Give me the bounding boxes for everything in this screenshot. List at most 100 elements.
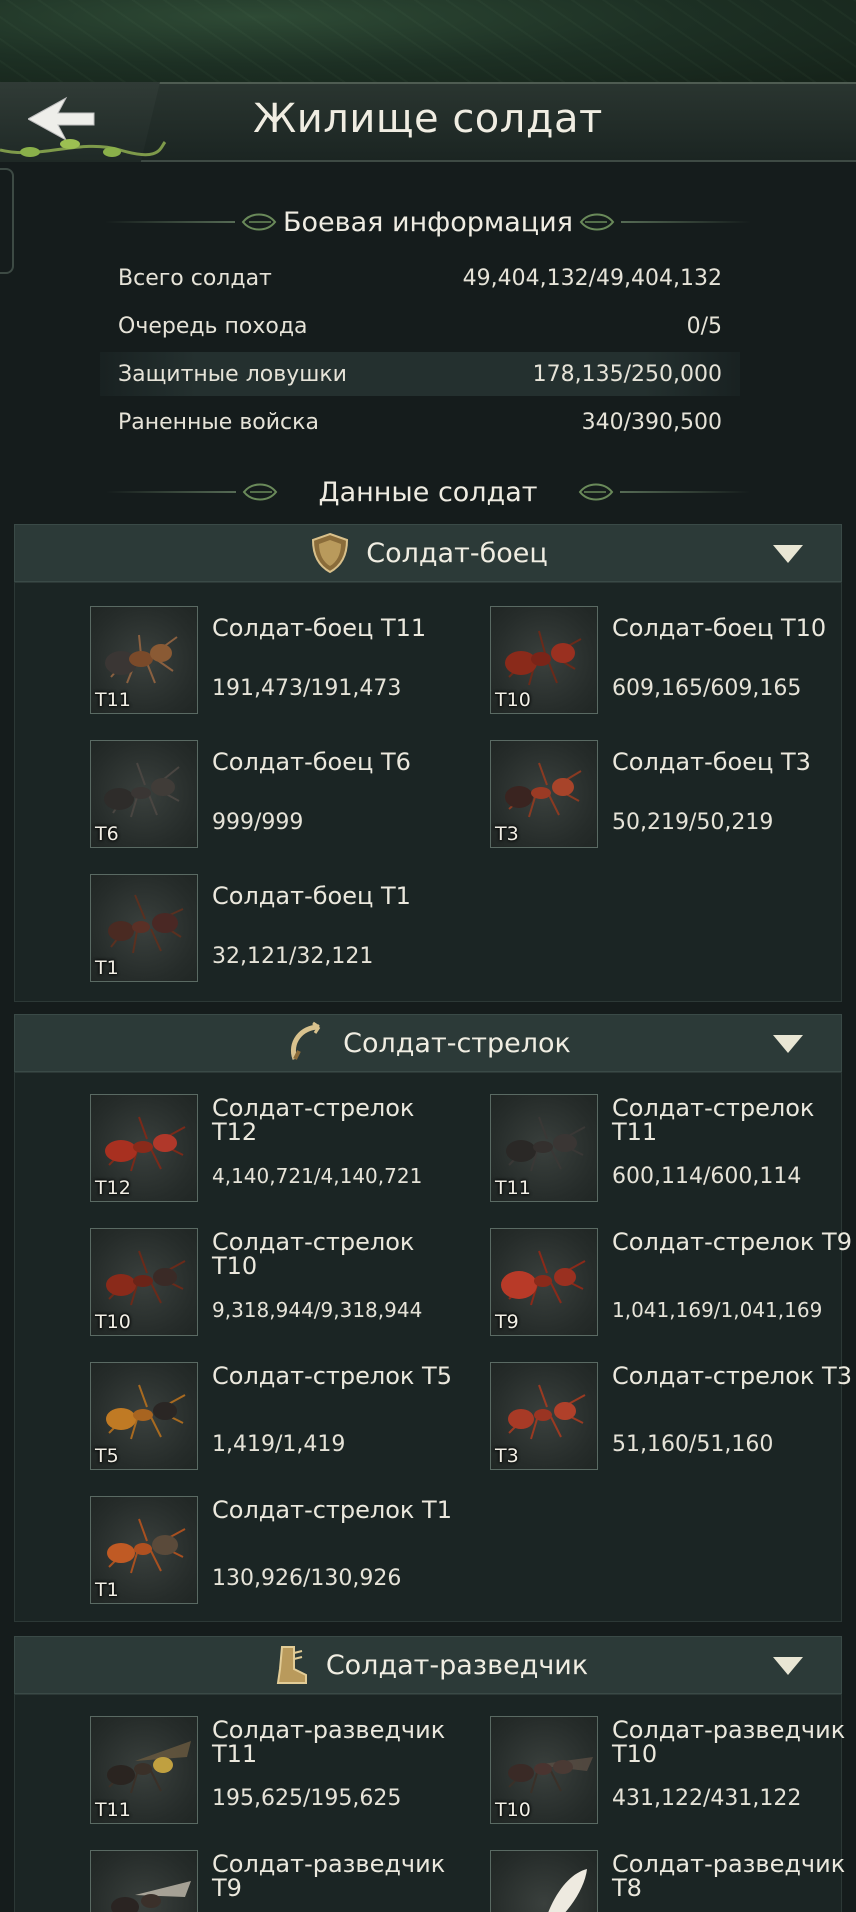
chevron-down-icon[interactable]: [773, 1033, 803, 1055]
unit-name: Солдат-боец T11: [212, 614, 427, 642]
unit-card[interactable]: T10 Солдат-разведчик T10 431,122/431,122: [490, 1716, 856, 1836]
ant-icon: [105, 1116, 186, 1172]
ant-thumbnail: T10: [490, 606, 598, 714]
unit-name: Солдат-стрелок T1: [212, 1496, 452, 1524]
ant-thumbnail: T3: [490, 740, 598, 848]
ant-thumbnail: T11: [90, 606, 198, 714]
divider-line: [619, 491, 750, 493]
divider-line: [620, 221, 751, 223]
unit-name: Солдат-разведчик T8: [612, 1850, 846, 1902]
stat-label: Защитные ловушки: [118, 361, 347, 387]
unit-count: 191,473/191,473: [212, 676, 402, 701]
unit-name: Солдат-разведчик T10: [612, 1716, 846, 1768]
stat-label: Раненные войска: [118, 409, 319, 435]
unit-count: 195,625/195,625: [212, 1786, 402, 1811]
stat-row: Очередь похода 0/5: [100, 304, 740, 348]
unit-card[interactable]: T1 Солдат-боец T1 32,121/32,121: [90, 874, 490, 994]
unit-card[interactable]: T1 Солдат-стрелок T1 130,926/130,926: [90, 1496, 490, 1616]
unit-name: Солдат-стрелок T3: [612, 1362, 852, 1390]
ant-icon: [501, 1250, 586, 1306]
leaf-ornament-icon: [578, 483, 613, 501]
bow-icon: [291, 1021, 321, 1060]
leaf-ornament-icon: [579, 213, 615, 231]
unit-count: 50,219/50,219: [612, 810, 774, 835]
stat-value: 340/390,500: [581, 409, 722, 435]
unit-card[interactable]: Солдат-разведчик T8: [490, 1850, 856, 1912]
unit-card[interactable]: T9 Солдат-стрелок T9 1,041,169/1,041,169: [490, 1228, 856, 1348]
chevron-down-icon[interactable]: [773, 1655, 803, 1677]
stat-row: Защитные ловушки 178,135/250,000: [100, 352, 740, 396]
ant-icon: [105, 634, 178, 684]
unit-card[interactable]: T5 Солдат-стрелок T5 1,419/1,419: [90, 1362, 490, 1482]
tier-badge: T3: [495, 823, 519, 845]
ant-thumbnail: T10: [490, 1716, 598, 1824]
category-header-archer[interactable]: Солдат-стрелок: [14, 1014, 842, 1072]
unit-count: 609,165/609,165: [612, 676, 802, 701]
ant-icon: [505, 762, 582, 818]
unit-card[interactable]: T11 Солдат-боец T11 191,473/191,473: [90, 606, 490, 726]
unit-name: Солдат-боец T1: [212, 882, 411, 910]
ant-icon: [104, 762, 180, 818]
stat-label: Очередь похода: [118, 313, 308, 339]
tier-badge: T10: [95, 1311, 131, 1333]
unit-card[interactable]: T6 Солдат-боец T6 999/999: [90, 740, 490, 860]
unit-name: Солдат-стрелок T11: [612, 1094, 815, 1146]
unit-name: Солдат-стрелок T5: [212, 1362, 452, 1390]
stat-value: 0/5: [686, 313, 722, 339]
ant-thumbnail: T11: [90, 1716, 198, 1824]
unit-name: Солдат-разведчик T9: [212, 1850, 446, 1902]
unit-name: Солдат-боец T10: [612, 614, 827, 642]
tier-badge: T10: [495, 689, 531, 711]
ant-thumbnail: T1: [90, 874, 198, 982]
ant-thumbnail: T3: [490, 1362, 598, 1470]
ant-icon: [107, 1518, 186, 1574]
unit-count: 600,114/600,114: [612, 1164, 802, 1189]
unit-name: Солдат-боец T3: [612, 748, 811, 776]
stat-row: Раненные войска 340/390,500: [100, 400, 740, 444]
unit-card[interactable]: T12 Солдат-стрелок T12 4,140,721/4,140,7…: [90, 1094, 490, 1214]
unit-count: 32,121/32,121: [212, 944, 374, 969]
tier-badge: T11: [95, 689, 131, 711]
stat-value: 49,404,132/49,404,132: [462, 265, 722, 291]
ant-thumbnail: T6: [90, 740, 198, 848]
unit-count: 51,160/51,160: [612, 1432, 774, 1457]
unit-name: Солдат-стрелок T9: [612, 1228, 852, 1256]
category-label: Солдат-стрелок: [343, 1027, 571, 1059]
leaf-ornament-icon: [243, 483, 278, 501]
ant-icon: [108, 894, 184, 954]
page-title: Жилище солдат: [253, 96, 603, 142]
winged-ant-icon: [508, 1757, 593, 1794]
divider-line: [105, 221, 236, 223]
ant-icon: [106, 1384, 186, 1440]
tier-badge: T11: [495, 1177, 531, 1199]
tier-badge: T9: [495, 1311, 519, 1333]
unit-card[interactable]: T3 Солдат-стрелок T3 51,160/51,160: [490, 1362, 856, 1482]
ant-thumbnail: T11: [490, 1094, 598, 1202]
ant-thumbnail: [90, 1850, 198, 1912]
category-header-scout[interactable]: Солдат-разведчик: [14, 1636, 842, 1694]
unit-card[interactable]: T10 Солдат-стрелок T10 9,318,944/9,318,9…: [90, 1228, 490, 1348]
ant-thumbnail: T12: [90, 1094, 198, 1202]
unit-card[interactable]: T11 Солдат-разведчик T11 195,625/195,625: [90, 1716, 490, 1836]
unit-count: 4,140,721/4,140,721: [212, 1164, 423, 1188]
stat-row: Всего солдат 49,404,132/49,404,132: [100, 256, 740, 300]
top-background: [0, 0, 856, 84]
winged-ant-icon: [107, 1741, 191, 1794]
tier-badge: T11: [95, 1799, 131, 1821]
category-header-fighter[interactable]: Солдат-боец: [14, 524, 842, 582]
soldier-data-title: Данные солдат: [318, 476, 538, 508]
unit-name: Солдат-боец T6: [212, 748, 411, 776]
divider-line: [106, 491, 237, 493]
unit-count: 130,926/130,926: [212, 1566, 402, 1591]
unit-card[interactable]: T10 Солдат-боец T10 609,165/609,165: [490, 606, 856, 726]
unit-card[interactable]: T11 Солдат-стрелок T11 600,114/600,114: [490, 1094, 856, 1214]
ant-icon: [106, 1250, 186, 1306]
chevron-down-icon[interactable]: [773, 543, 803, 565]
leaf-ornament-icon: [241, 213, 277, 231]
unit-card[interactable]: T3 Солдат-боец T3 50,219/50,219: [490, 740, 856, 860]
unit-card[interactable]: Солдат-разведчик T9: [90, 1850, 490, 1912]
tier-badge: T3: [495, 1445, 519, 1467]
stat-value: 178,135/250,000: [532, 361, 722, 387]
tier-badge: T12: [95, 1177, 131, 1199]
winged-ant-icon: [548, 1869, 587, 1912]
